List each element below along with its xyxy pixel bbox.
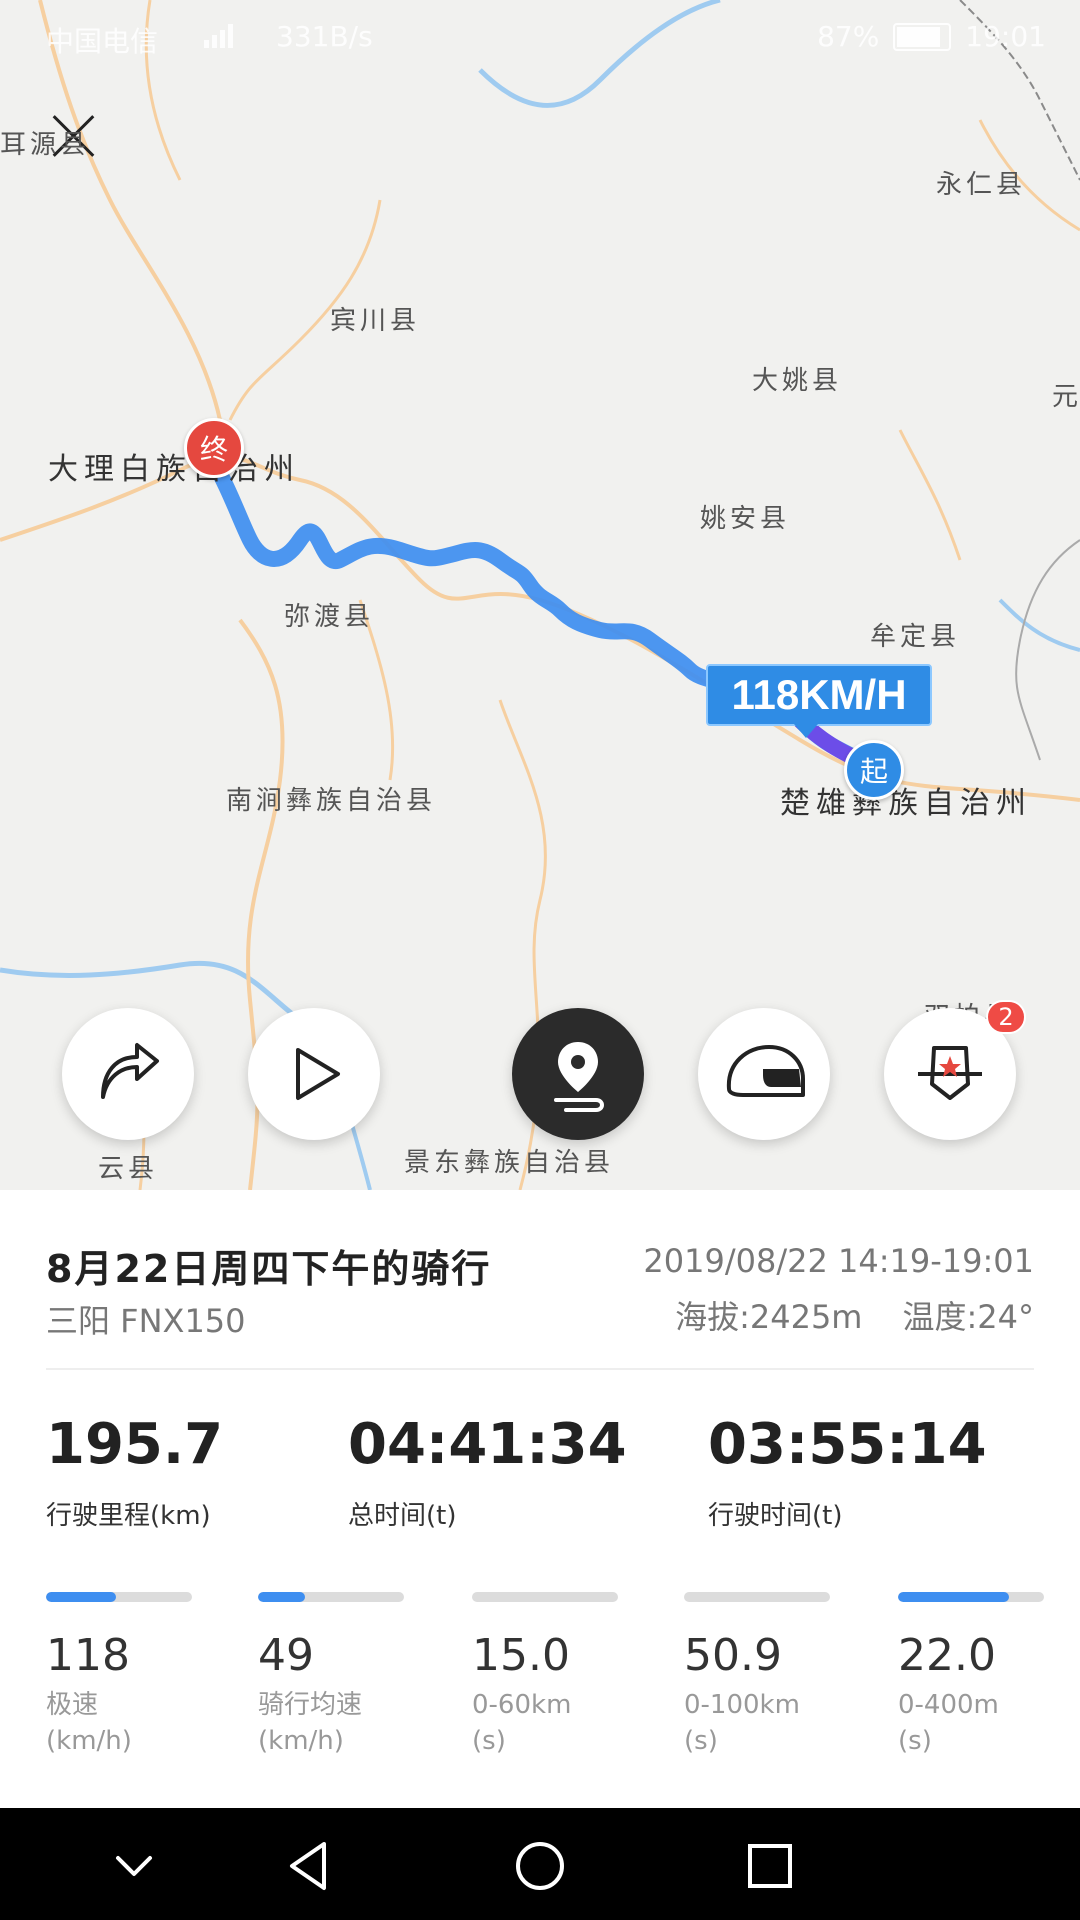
riding-time-value: 03:55:14 [708, 1412, 987, 1477]
temperature: 温度:24° [902, 1298, 1034, 1336]
map-label: 南涧彝族自治县 [226, 786, 437, 816]
map-label: 弥渡县 [284, 602, 375, 632]
stat-label: 0-400m [898, 1690, 999, 1720]
stat-value: 50.9 [684, 1630, 782, 1681]
system-nav-bar [0, 1808, 1080, 1920]
map-label: 大姚县 [752, 366, 843, 396]
map-label: 元 [1052, 382, 1080, 412]
accel-0-100-stat: 50.9 0-100km (s) [684, 1592, 830, 1759]
distance-stat: 195.7 行驶里程(km) [46, 1412, 223, 1532]
start-pin[interactable]: 起 [844, 740, 904, 800]
accel-0-60-stat: 15.0 0-60km (s) [472, 1592, 618, 1759]
map-label: 景东彝族自治县 [404, 1148, 615, 1178]
stat-value: 22.0 [898, 1630, 996, 1681]
stat-label: 骑行均速 [258, 1690, 363, 1720]
ride-title: 8月22日周四下午的骑行 [46, 1247, 492, 1291]
carrier-label: 中国电信 [46, 25, 159, 58]
back-icon[interactable] [280, 1836, 340, 1896]
stat-unit: (s) [684, 1726, 718, 1756]
stat-unit: (km/h) [258, 1726, 344, 1756]
share-button[interactable] [62, 1008, 194, 1140]
stat-value: 118 [46, 1630, 130, 1681]
status-bar: 中国电信 331B/s 87% 19:01 [0, 0, 1080, 76]
notification-badge: 2 [986, 1000, 1026, 1034]
avg-speed-stat: 49 骑行均速 (km/h) [258, 1592, 404, 1759]
map-label: 永仁县 [936, 170, 1027, 200]
stat-label: 0-60km [472, 1690, 572, 1720]
route-map[interactable]: 中国电信 331B/s 87% 19:01 耳源县 宾川县 永仁县 大姚县 元 … [0, 0, 1080, 1190]
battery-icon [893, 22, 952, 51]
helmet-button[interactable] [698, 1008, 830, 1140]
max-speed-stat: 118 极速 (km/h) [46, 1592, 192, 1759]
altitude: 海拔:2425m [675, 1298, 863, 1336]
riding-time-label: 行驶时间(t) [708, 1501, 843, 1531]
map-label: 楚雄彝族自治州 [780, 786, 1032, 821]
accel-0-400m-stat: 22.0 0-400m (s) [898, 1592, 1044, 1759]
location-route-icon [554, 1042, 604, 1112]
medal-icon [918, 1046, 982, 1100]
share-icon [101, 1043, 159, 1099]
battery-percent: 87% [817, 20, 880, 53]
map-label: 云县 [98, 1154, 159, 1184]
map-label: 大理白族自治州 [48, 452, 300, 487]
end-pin[interactable]: 终 [184, 418, 244, 478]
badge-button[interactable]: 2 [884, 1000, 1026, 1140]
total-time-value: 04:41:34 [348, 1412, 627, 1477]
recents-icon[interactable] [740, 1836, 800, 1896]
route-location-button[interactable] [512, 1008, 644, 1140]
distance-value: 195.7 [46, 1412, 224, 1477]
network-speed: 331B/s [276, 20, 373, 53]
ride-environment: 海拔:2425m 温度:24° [675, 1292, 1034, 1338]
home-icon[interactable] [510, 1836, 570, 1896]
progress-bar [46, 1592, 192, 1602]
max-speed-tag: 118KM/H [706, 664, 932, 738]
helmet-icon [726, 1045, 805, 1097]
stat-label: 极速 [46, 1690, 99, 1720]
stat-unit: (km/h) [46, 1726, 132, 1756]
divider [46, 1368, 1034, 1370]
progress-bar [472, 1592, 618, 1602]
play-icon [296, 1048, 340, 1100]
progress-bar [684, 1592, 830, 1602]
distance-label: 行驶里程(km) [46, 1501, 211, 1531]
stat-value: 15.0 [472, 1630, 570, 1681]
stat-label: 0-100km [684, 1690, 800, 1720]
total-time-label: 总时间(t) [348, 1501, 457, 1531]
stat-unit: (s) [898, 1726, 932, 1756]
progress-bar [898, 1592, 1044, 1602]
play-button[interactable] [248, 1008, 380, 1140]
total-time-stat: 04:41:34 总时间(t) [348, 1412, 627, 1532]
ride-datetime: 2019/08/22 14:19-19:01 [643, 1242, 1034, 1280]
signal-icon [204, 22, 233, 48]
stat-value: 49 [258, 1630, 314, 1681]
riding-time-stat: 03:55:14 行驶时间(t) [708, 1412, 987, 1532]
map-label: 姚安县 [700, 504, 791, 534]
stat-unit: (s) [472, 1726, 506, 1756]
status-right: 87% 19:01 [817, 20, 1046, 53]
map-label: 宾川县 [330, 306, 421, 336]
map-label: 耳源县 [0, 130, 91, 160]
clock: 19:01 [965, 20, 1046, 53]
progress-bar [258, 1592, 404, 1602]
map-base [0, 0, 1080, 1190]
ride-summary-panel: 8月22日周四下午的骑行 三阳 FNX150 2019/08/22 14:19-… [0, 1190, 1080, 1808]
chevron-down-icon[interactable] [104, 1836, 164, 1896]
map-label: 牟定县 [870, 622, 961, 652]
vehicle-name: 三阳 FNX150 [46, 1302, 246, 1340]
